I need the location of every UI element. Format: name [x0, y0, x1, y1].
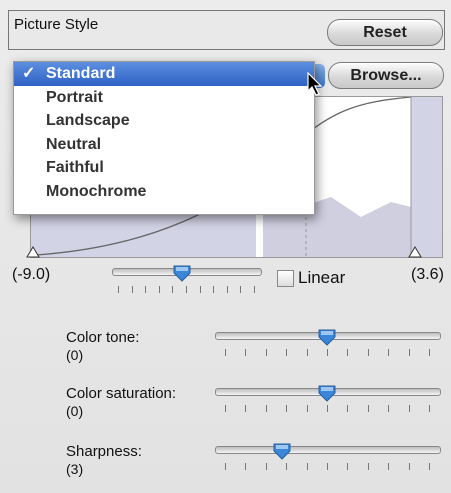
slider-tick: [327, 463, 328, 470]
slider-tick: [388, 463, 390, 470]
menu-item-label: Monochrome: [46, 182, 147, 200]
slider-tick: [131, 286, 133, 293]
slider-tick: [306, 463, 308, 470]
slider-tick: [286, 463, 288, 470]
linear-checkbox[interactable]: [277, 270, 294, 287]
picture-style-label: Picture Style: [14, 16, 99, 33]
slider-tick: [347, 349, 349, 356]
black-point-handle[interactable]: [26, 246, 40, 258]
slider-track[interactable]: [215, 446, 441, 454]
slider-thumb[interactable]: [317, 384, 337, 404]
slider-tick: [408, 463, 410, 470]
slider-tick: [225, 349, 226, 356]
slider-tick: [245, 349, 247, 356]
slider-value-label: (3): [66, 461, 84, 477]
menu-item-label: Landscape: [46, 112, 130, 129]
slider-tick: [429, 405, 430, 412]
slider-tick: [306, 349, 308, 356]
slider-value-label: (0): [66, 403, 84, 419]
menu-item-standard[interactable]: ✓ Standard: [14, 62, 314, 86]
slider-ticks: [225, 463, 430, 471]
slider-tick: [327, 405, 328, 412]
slider-tick: [245, 463, 247, 470]
browse-button[interactable]: Browse...: [328, 62, 444, 89]
slider-tick: [199, 286, 201, 293]
slider-tick: [225, 405, 226, 412]
slider-tick: [388, 349, 390, 356]
menu-item-label: Standard: [46, 65, 116, 82]
slider-tick: [429, 463, 430, 470]
slider-ticks: [225, 349, 430, 357]
slider-label: Sharpness:: [66, 443, 142, 460]
menu-item-portrait[interactable]: Portrait: [14, 86, 314, 110]
slider-tick: [265, 405, 267, 412]
linear-label: Linear: [298, 268, 346, 287]
slider-tick: [213, 286, 215, 293]
slider-tick: [429, 349, 430, 356]
slider-tick: [225, 463, 226, 470]
menu-item-label: Faithful: [46, 159, 104, 176]
menu-item-neutral[interactable]: Neutral: [14, 133, 314, 157]
slider-ticks: [225, 405, 430, 413]
slider-tick: [408, 349, 410, 356]
checkmark-icon: ✓: [22, 65, 36, 82]
menu-item-landscape[interactable]: Landscape: [14, 109, 314, 133]
slider-tick: [172, 286, 174, 293]
slider-tick: [145, 286, 147, 293]
picture-style-panel: Picture Style Reset Browse... ✓ Standard P…: [0, 0, 451, 493]
range-slider-ticks: [118, 286, 255, 294]
slider-label: Color saturation:: [66, 385, 177, 402]
menu-item-label: Neutral: [46, 135, 102, 153]
slider-tick: [158, 286, 160, 293]
slider-tick: [186, 286, 187, 293]
range-min-label: (-9.0): [12, 266, 51, 283]
slider-tick: [367, 405, 369, 412]
slider-tick: [118, 286, 119, 293]
slider-tick: [226, 286, 228, 293]
slider-tick: [367, 349, 369, 356]
slider-value-label: (0): [66, 347, 84, 363]
menu-item-faithful[interactable]: Faithful: [14, 156, 314, 180]
slider-label: Color tone:: [66, 329, 140, 346]
slider-thumb[interactable]: [272, 442, 292, 462]
slider-tick: [286, 405, 288, 412]
slider-tick: [347, 463, 349, 470]
menu-item-label: Portrait: [46, 88, 103, 106]
slider-tick: [265, 349, 267, 356]
slider-tick: [347, 405, 349, 412]
picture-style-menu: ✓ Standard Portrait Landscape Neutral Faithfu…: [13, 61, 315, 215]
slider-tick: [240, 286, 242, 293]
slider-tick: [388, 405, 390, 412]
range-slider-thumb[interactable]: [172, 264, 192, 284]
range-max-label: (3.6): [411, 266, 444, 283]
slider-tick: [265, 463, 267, 470]
reset-button[interactable]: Reset: [327, 19, 443, 46]
slider-tick: [306, 405, 308, 412]
slider-tick: [408, 405, 410, 412]
mouse-cursor-icon: [307, 72, 323, 96]
slider-tick: [367, 463, 369, 470]
white-point-handle[interactable]: [408, 246, 422, 258]
slider-tick: [245, 405, 247, 412]
menu-item-monochrome[interactable]: Monochrome: [14, 180, 314, 204]
slider-tick: [254, 286, 255, 293]
slider-thumb[interactable]: [317, 328, 337, 348]
slider-tick: [286, 349, 288, 356]
slider-tick: [327, 349, 328, 356]
